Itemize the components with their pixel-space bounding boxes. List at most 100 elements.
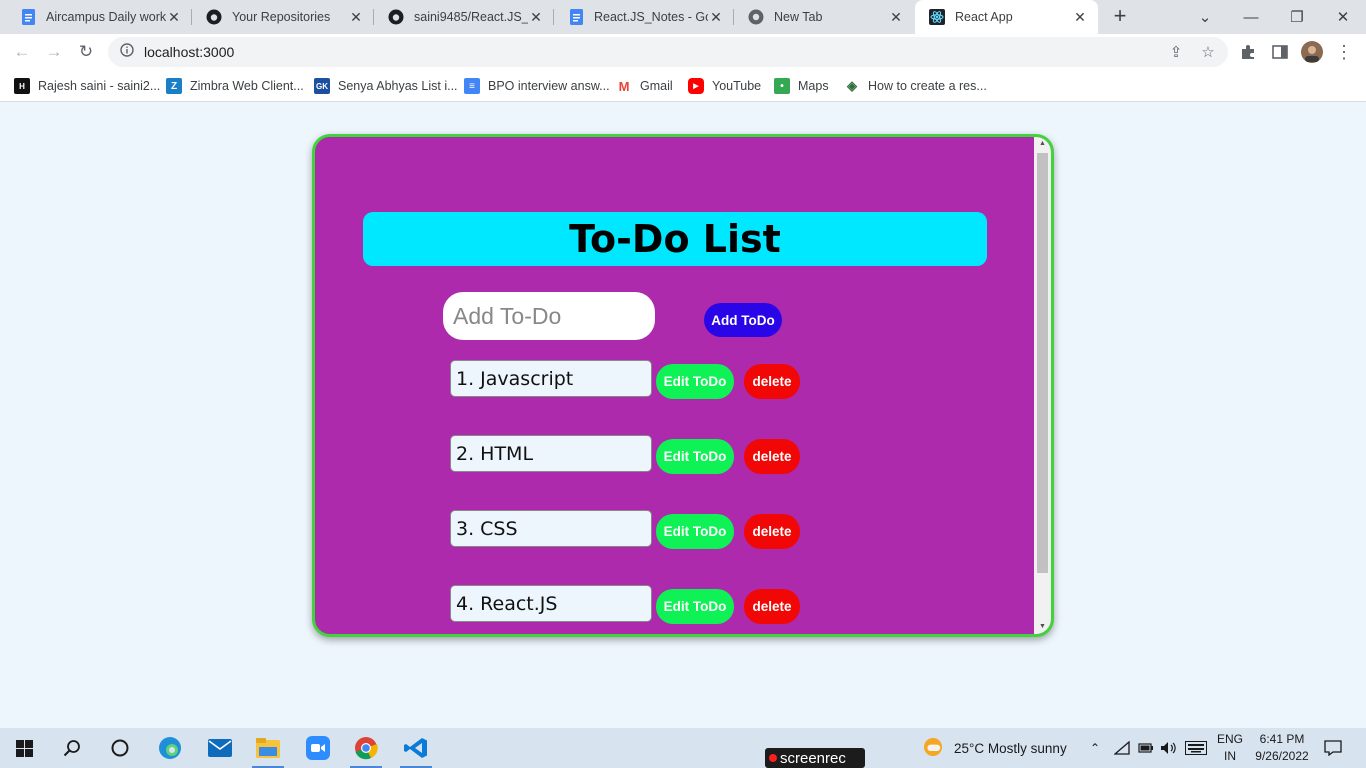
volume-icon[interactable] — [1160, 728, 1178, 768]
todo-item-text: 1. Javascript — [450, 360, 652, 397]
restore-icon[interactable]: ❐ — [1274, 0, 1320, 34]
browser-toolbar: ← → ↻ localhost:3000 ⇪ ☆ ⋮ — [0, 34, 1366, 70]
sun-cloud-icon — [922, 736, 944, 761]
edit-todo-button[interactable]: Edit ToDo — [656, 364, 734, 399]
todo-app-container: To-Do List Add ToDo 1. Javascript Edit T… — [312, 134, 1054, 637]
file-explorer-icon[interactable] — [246, 728, 290, 768]
notifications-icon[interactable] — [1324, 728, 1342, 768]
chrome-menu-icon[interactable]: ⋮ — [1332, 40, 1356, 64]
github-icon — [206, 9, 222, 25]
google-docs-icon: ≡ — [464, 78, 480, 94]
vscode-icon[interactable] — [394, 728, 438, 768]
todo-item-row: 1. Javascript Edit ToDo delete — [450, 360, 802, 400]
show-hidden-icons-chevron-icon[interactable]: ⌃ — [1090, 728, 1100, 768]
address-bar[interactable]: localhost:3000 — [108, 37, 1228, 67]
bookmark-label: YouTube — [712, 79, 762, 93]
tab-aircampus[interactable]: Aircampus Daily work ✕ — [6, 0, 192, 34]
search-icon[interactable] — [50, 728, 94, 768]
delete-todo-button[interactable]: delete — [744, 364, 800, 399]
zimbra-icon: Z — [166, 78, 182, 94]
todo-item-text: 4. React.JS — [450, 585, 652, 622]
close-tab-icon[interactable]: ✕ — [888, 9, 904, 26]
weather-widget[interactable]: 25°C Mostly sunny — [922, 728, 1067, 768]
scrollbar-thumb[interactable] — [1037, 153, 1048, 573]
scroll-up-arrow-icon[interactable]: ▲ — [1034, 137, 1051, 151]
screenrec-badge: screenrec — [765, 748, 865, 768]
tab-search-chevron-icon[interactable]: ⌄ — [1182, 0, 1228, 34]
google-docs-icon — [568, 9, 584, 25]
close-tab-icon[interactable]: ✕ — [1072, 9, 1088, 26]
language-code: ENG — [1216, 732, 1243, 746]
tab-github-repo[interactable]: saini9485/React.JS_Pra ✕ — [374, 0, 554, 34]
bookmark-label: Senya Abhyas List i... — [338, 79, 458, 93]
system-clock[interactable]: 6:41 PM 9/26/2022 — [1246, 731, 1318, 765]
close-tab-icon[interactable]: ✕ — [166, 9, 182, 26]
back-arrow-icon[interactable]: ← — [10, 40, 34, 64]
delete-todo-button[interactable]: delete — [744, 439, 800, 474]
close-tab-icon[interactable]: ✕ — [708, 9, 724, 26]
bookmark-senya[interactable]: GK Senya Abhyas List i... — [314, 76, 458, 96]
close-tab-icon[interactable]: ✕ — [348, 9, 364, 26]
new-tab-plus-icon[interactable]: + — [1108, 5, 1132, 29]
app-scrollbar[interactable]: ▲ ▼ — [1034, 137, 1051, 634]
close-window-icon[interactable]: ✕ — [1320, 0, 1366, 34]
side-panel-icon[interactable] — [1268, 40, 1292, 64]
bookmark-label: Zimbra Web Client... — [190, 79, 304, 93]
bookmark-star-icon[interactable]: ☆ — [1196, 40, 1220, 64]
record-dot-icon — [769, 754, 777, 762]
edit-todo-button[interactable]: Edit ToDo — [656, 439, 734, 474]
share-icon[interactable]: ⇪ — [1164, 40, 1188, 64]
reload-icon[interactable]: ↻ — [74, 40, 98, 64]
edit-todo-button[interactable]: Edit ToDo — [656, 589, 734, 624]
bookmark-zimbra[interactable]: Z Zimbra Web Client... — [166, 76, 304, 96]
network-icon[interactable] — [1114, 728, 1130, 768]
bookmark-hashnode[interactable]: H Rajesh saini - saini2... — [14, 76, 160, 96]
gmail-icon: M — [616, 78, 632, 94]
battery-icon[interactable] — [1138, 728, 1154, 768]
github-icon — [388, 9, 404, 25]
mail-icon[interactable] — [198, 728, 242, 768]
close-tab-icon[interactable]: ✕ — [528, 9, 544, 26]
bookmark-how-to[interactable]: ◈ How to create a res... — [844, 76, 987, 96]
bookmark-youtube[interactable]: ▶ YouTube — [688, 76, 761, 96]
screenrec-text: screenrec — [780, 749, 846, 767]
minimize-icon[interactable]: — — [1228, 0, 1274, 34]
youtube-icon: ▶ — [688, 78, 704, 94]
add-todo-input[interactable] — [443, 292, 655, 340]
site-info-icon[interactable] — [120, 42, 134, 62]
page-viewport: To-Do List Add ToDo 1. Javascript Edit T… — [0, 102, 1366, 728]
bookmark-gmail[interactable]: M Gmail — [616, 76, 673, 96]
edge-icon[interactable] — [148, 728, 192, 768]
bookmark-label: How to create a res... — [868, 79, 987, 93]
tab-title: Your Repositories — [232, 10, 331, 24]
todo-item-row: 4. React.JS Edit ToDo delete — [450, 585, 802, 625]
google-docs-icon — [20, 9, 36, 25]
scroll-down-arrow-icon[interactable]: ▼ — [1034, 620, 1051, 634]
edit-todo-button[interactable]: Edit ToDo — [656, 514, 734, 549]
input-language[interactable]: ENG IN — [1214, 731, 1246, 765]
windows-start-icon[interactable] — [2, 728, 46, 768]
profile-avatar[interactable] — [1300, 40, 1324, 64]
bookmark-bpo[interactable]: ≡ BPO interview answ... — [464, 76, 610, 96]
delete-todo-button[interactable]: delete — [744, 514, 800, 549]
tab-react-notes[interactable]: React.JS_Notes - Goog ✕ — [554, 0, 734, 34]
forward-arrow-icon[interactable]: → — [42, 40, 66, 64]
chrome-taskbar-icon[interactable] — [344, 728, 388, 768]
tab-new-tab[interactable]: New Tab ✕ — [734, 0, 914, 34]
todo-item-text: 3. CSS — [450, 510, 652, 547]
cortana-icon[interactable] — [98, 728, 142, 768]
chrome-icon — [748, 9, 764, 25]
delete-todo-button[interactable]: delete — [744, 589, 800, 624]
gk-icon: GK — [314, 78, 330, 94]
tab-react-app[interactable]: React App ✕ — [915, 0, 1098, 34]
hashnode-icon: H — [14, 78, 30, 94]
browser-tab-strip: Aircampus Daily work ✕ Your Repositories… — [0, 0, 1366, 34]
zoom-icon[interactable] — [296, 728, 340, 768]
url-text: localhost:3000 — [144, 44, 235, 60]
extensions-puzzle-icon[interactable] — [1236, 40, 1260, 64]
bookmark-maps[interactable]: • Maps — [774, 76, 829, 96]
todo-item-row: 3. CSS Edit ToDo delete — [450, 510, 802, 550]
tab-your-repositories[interactable]: Your Repositories ✕ — [192, 0, 374, 34]
add-todo-button[interactable]: Add ToDo — [704, 303, 782, 337]
keyboard-icon[interactable] — [1185, 728, 1207, 768]
